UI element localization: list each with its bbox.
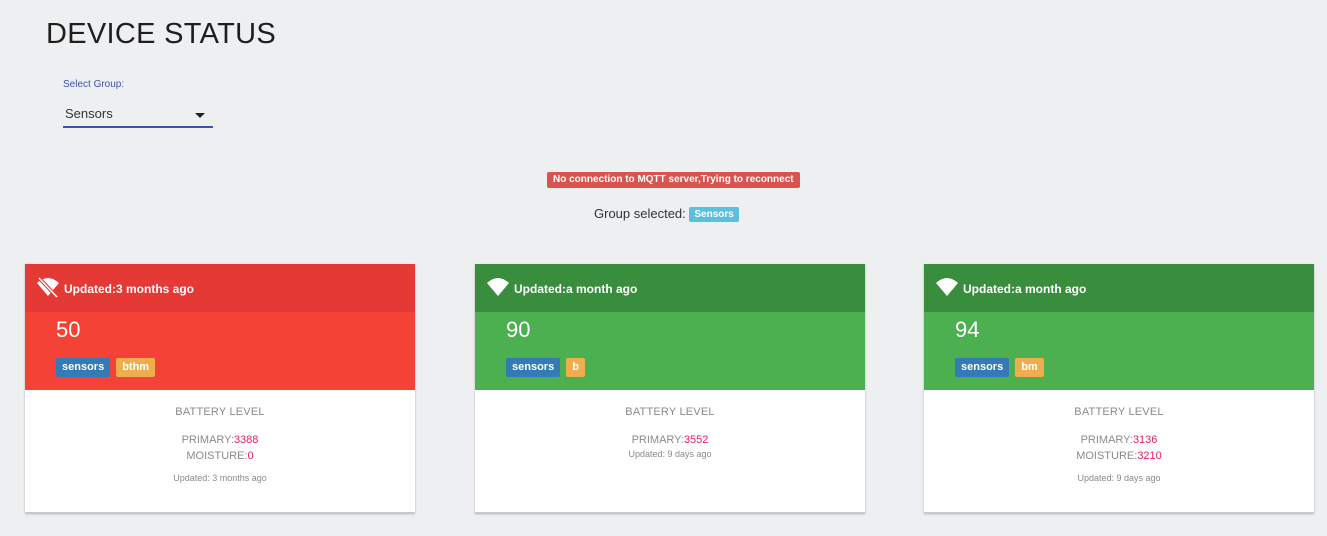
primary-label: PRIMARY: bbox=[631, 434, 684, 446]
battery-level-title: BATTERY LEVEL bbox=[625, 406, 715, 418]
tag-sensors: sensors bbox=[56, 358, 111, 377]
device-tags: sensors bm bbox=[955, 358, 1044, 377]
device-card: Updated:3 months ago 50 sensors bthm BAT… bbox=[25, 264, 415, 513]
primary-label: PRIMARY: bbox=[1080, 434, 1133, 446]
header-updated-text: Updated:a month ago bbox=[514, 282, 638, 296]
moisture-reading: MOISTURE:3210 bbox=[924, 448, 1314, 464]
dropdown-arrow-icon bbox=[195, 113, 205, 118]
device-card-header: Updated:a month ago bbox=[924, 264, 1314, 312]
primary-value: 3388 bbox=[233, 434, 259, 446]
device-card-value-area: 90 sensors b bbox=[475, 312, 865, 390]
moisture-label: MOISTURE: bbox=[186, 450, 248, 462]
page-title: DEVICE STATUS bbox=[46, 18, 277, 50]
device-tags: sensors bthm bbox=[56, 358, 156, 377]
group-select-dropdown[interactable]: Sensors bbox=[63, 104, 213, 128]
moisture-reading: MOISTURE:0 bbox=[25, 448, 415, 464]
device-value: 50 bbox=[56, 317, 81, 342]
battery-level-title: BATTERY LEVEL bbox=[1074, 406, 1164, 418]
primary-value: 3136 bbox=[1132, 434, 1158, 446]
select-group-label: Select Group: bbox=[63, 79, 125, 90]
header-updated-text: Updated:3 months ago bbox=[64, 282, 195, 296]
tag-sensors: sensors bbox=[506, 358, 561, 377]
primary-value: 3552 bbox=[683, 434, 709, 446]
primary-reading: PRIMARY:3136 bbox=[924, 432, 1314, 448]
tag-type: bm bbox=[1015, 358, 1044, 377]
group-selected-text: Group selected: Sensors bbox=[594, 206, 739, 222]
device-card-footer: BATTERY LEVEL PRIMARY:3388 MOISTURE:0 Up… bbox=[25, 390, 415, 483]
primary-reading: PRIMARY:3388 bbox=[25, 432, 415, 448]
tag-type: bthm bbox=[116, 358, 156, 377]
header-updated-text: Updated:a month ago bbox=[963, 282, 1087, 296]
device-card: Updated:a month ago 90 sensors b BATTERY… bbox=[475, 264, 865, 513]
device-card: Updated:a month ago 94 sensors bm BATTER… bbox=[924, 264, 1314, 513]
device-card-footer: BATTERY LEVEL PRIMARY:3136 MOISTURE:3210… bbox=[924, 390, 1314, 483]
wifi-icon bbox=[936, 278, 958, 296]
moisture-value: 3210 bbox=[1137, 450, 1162, 462]
device-card-header: Updated:a month ago bbox=[475, 264, 865, 312]
primary-label: PRIMARY: bbox=[181, 434, 234, 446]
device-card-footer: BATTERY LEVEL PRIMARY:3552 Updated: 9 da… bbox=[475, 390, 865, 459]
moisture-label: MOISTURE: bbox=[1076, 450, 1138, 462]
wifi-off-icon bbox=[37, 276, 59, 298]
footer-updated-text: Updated: 9 days ago bbox=[1077, 473, 1161, 483]
device-card-header: Updated:3 months ago bbox=[25, 264, 415, 312]
wifi-icon bbox=[487, 278, 509, 296]
device-card-value-area: 94 sensors bm bbox=[924, 312, 1314, 390]
group-selected-label: Group selected: bbox=[594, 206, 690, 221]
moisture-value: 0 bbox=[247, 450, 254, 462]
device-tags: sensors b bbox=[506, 358, 585, 377]
footer-updated-text: Updated: 9 days ago bbox=[628, 449, 712, 459]
footer-updated-text: Updated: 3 months ago bbox=[173, 473, 267, 483]
group-selected-badge: Sensors bbox=[689, 207, 739, 222]
device-card-value-area: 50 sensors bthm bbox=[25, 312, 415, 390]
device-value: 90 bbox=[506, 317, 531, 342]
group-select-value: Sensors bbox=[65, 106, 113, 121]
mqtt-connection-alert: No connection to MQTT server,Trying to r… bbox=[547, 172, 800, 188]
device-value: 94 bbox=[955, 317, 980, 342]
tag-type: b bbox=[566, 358, 585, 377]
battery-level-title: BATTERY LEVEL bbox=[175, 406, 265, 418]
primary-reading: PRIMARY:3552 bbox=[475, 432, 865, 448]
tag-sensors: sensors bbox=[955, 358, 1010, 377]
